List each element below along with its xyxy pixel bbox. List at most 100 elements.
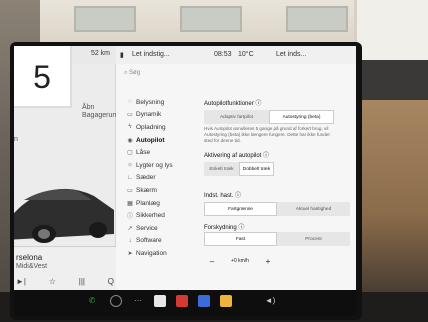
adaptive-cruise-option[interactable]: Adaptiv fartpilot	[204, 110, 269, 124]
camera-icon[interactable]	[110, 295, 122, 307]
nav-item-lygter[interactable]: ☼ Lygter og lys	[124, 159, 206, 172]
phone-icon[interactable]: ✆	[86, 295, 98, 307]
car-3d-model	[14, 188, 114, 243]
nav-label: Dynamik	[136, 111, 162, 119]
info-icon: ⓘ	[263, 153, 270, 159]
screen-icon: ▭	[127, 187, 133, 194]
activation-selector: Enkelt træk Dobbelt træk	[204, 162, 274, 176]
decrease-button[interactable]: –	[204, 254, 220, 268]
wrench-icon: ↗	[127, 225, 133, 232]
nav-item-belysning[interactable]: ◌ Belysning	[124, 96, 206, 109]
driver-profile-secondary[interactable]: Let inds...	[276, 51, 306, 58]
nav-label: Service	[136, 224, 158, 232]
garage-window	[74, 6, 136, 32]
set-speed-selector: Fartgrænse Aktuel hastighed	[204, 202, 350, 216]
nav-label: Navigation	[136, 249, 167, 257]
increase-button[interactable]: +	[260, 254, 276, 268]
light-bulb-icon: ◌	[128, 99, 132, 106]
trunk-label: Bagagerum	[82, 112, 119, 119]
nav-item-dynamik[interactable]: ▭ Dynamik	[124, 109, 206, 122]
percent-option[interactable]: Procent	[277, 232, 350, 246]
status-bar: ▮ Let indstig... 08:53 10°C Let inds...	[116, 46, 356, 64]
driver-profile[interactable]: Let indstig...	[132, 51, 170, 58]
media-controls: ►| ☆ ||| Q	[16, 277, 114, 286]
info-icon: ⓘ	[255, 101, 262, 107]
media-subtitle: Midi&Vest	[16, 263, 48, 270]
trunk-open-label: Åbn	[82, 104, 95, 111]
nav-label: Software	[136, 237, 162, 245]
nav-item-skaerm[interactable]: ▭ Skærm	[124, 184, 206, 197]
download-icon: ↓	[128, 237, 132, 244]
lock-icon[interactable]: ▮	[120, 51, 124, 59]
seat-icon: ∟	[127, 174, 133, 181]
nav-item-autopilot[interactable]: ◉ Autopilot	[124, 134, 206, 147]
play-icon[interactable]: ►|	[16, 277, 26, 286]
settings-nav: ◌ Belysning ▭ Dynamik ϟ Opladning ◉ Autopilo…	[124, 96, 206, 260]
autopilot-features-title: Autopilotfunktioner ⓘ	[204, 101, 262, 107]
nav-item-laase[interactable]: ▢ Låse	[124, 146, 206, 159]
search-icon[interactable]: Q	[108, 277, 114, 286]
nav-label: Sikkerhed	[136, 212, 165, 220]
offset-title: Forskydning ⓘ	[204, 225, 245, 231]
current-speed-option[interactable]: Aktuel hastighed	[277, 202, 350, 216]
nav-label: Autopilot	[136, 136, 165, 144]
car-icon: ▭	[127, 112, 133, 119]
garage-door	[354, 0, 428, 60]
nav-item-opladning[interactable]: ϟ Opladning	[124, 121, 206, 134]
single-pull-option[interactable]: Enkelt træk	[204, 162, 239, 176]
sun-icon: ☼	[127, 162, 133, 169]
touchscreen: 52 km Åbn Bagagerum n rselona Midi&Vest …	[14, 46, 356, 290]
outside-temperature: 10°C	[238, 51, 254, 58]
info-icon: ⓘ	[238, 225, 245, 231]
nav-label: Opladning	[136, 123, 166, 131]
double-pull-option[interactable]: Dobbelt træk	[239, 162, 274, 176]
photo-scene: 52 km Åbn Bagagerum n rselona Midi&Vest …	[0, 0, 428, 322]
taskbar: ✆ ··· ◄)	[14, 290, 356, 316]
favorite-icon[interactable]: ☆	[49, 277, 56, 286]
offset-stepper: – +0 km/h +	[204, 254, 276, 268]
equalizer-icon[interactable]: |||	[79, 277, 85, 286]
autopilot-settings: Autopilotfunktioner ⓘ Adaptiv fartpilot …	[204, 98, 354, 288]
nav-item-planlaeg[interactable]: ▦ Planlæg	[124, 197, 206, 210]
frunk-label[interactable]: n	[14, 136, 18, 143]
calendar-app-icon[interactable]	[154, 295, 166, 307]
autosteer-option[interactable]: Autostyring (beta)	[269, 110, 334, 124]
activation-title: Aktivering af autopilot ⓘ	[204, 153, 270, 159]
set-speed-title: Indst. hast. ⓘ	[204, 193, 242, 199]
garage-window	[286, 6, 348, 32]
settings-search[interactable]: ⌕ Søg	[124, 70, 214, 82]
nav-item-sikkerhed[interactable]: ⓘ Sikkerhed	[124, 209, 206, 222]
autopilot-note: Hvis Autopilot annulleres 5 gange på gru…	[204, 126, 330, 143]
fixed-option[interactable]: Fast	[204, 232, 277, 246]
garage-window	[180, 6, 242, 32]
nav-label: Lygter og lys	[136, 161, 173, 169]
volume-icon[interactable]: ◄)	[264, 295, 276, 307]
nav-item-saeder[interactable]: ∟ Sæder	[124, 172, 206, 185]
step-number-badge: 5	[14, 46, 72, 108]
offset-value: +0 km/h	[231, 258, 249, 264]
toybox-icon[interactable]	[220, 295, 232, 307]
lock-icon: ▢	[127, 150, 133, 157]
video-app-icon[interactable]	[176, 295, 188, 307]
nav-label: Sæder	[136, 174, 156, 182]
media-title: rselona	[16, 253, 43, 262]
nav-item-navigation[interactable]: ➤ Navigation	[124, 247, 206, 260]
open-trunk-button[interactable]: Åbn Bagagerum	[82, 104, 118, 120]
music-app-icon[interactable]	[198, 295, 210, 307]
speed-limit-option[interactable]: Fartgrænse	[204, 202, 277, 216]
autopilot-features-selector: Adaptiv fartpilot Autostyring (beta)	[204, 110, 334, 124]
range-readout: 52 km	[90, 50, 110, 57]
nav-item-software[interactable]: ↓ Software	[124, 235, 206, 248]
nav-label: Planlæg	[136, 199, 160, 207]
shield-icon: ⓘ	[126, 214, 133, 221]
bolt-icon: ϟ	[128, 124, 132, 131]
info-icon: ⓘ	[235, 193, 242, 199]
apps-icon[interactable]: ···	[132, 295, 144, 307]
search-input[interactable]: Søg	[129, 70, 140, 76]
calendar-icon: ▦	[127, 200, 133, 207]
media-player: rselona Midi&Vest ►| ☆ ||| Q	[14, 246, 116, 290]
nav-label: Låse	[136, 149, 151, 157]
nav-item-service[interactable]: ↗ Service	[124, 222, 206, 235]
nav-label: Belysning	[136, 98, 165, 106]
navigation-icon: ➤	[127, 250, 133, 257]
